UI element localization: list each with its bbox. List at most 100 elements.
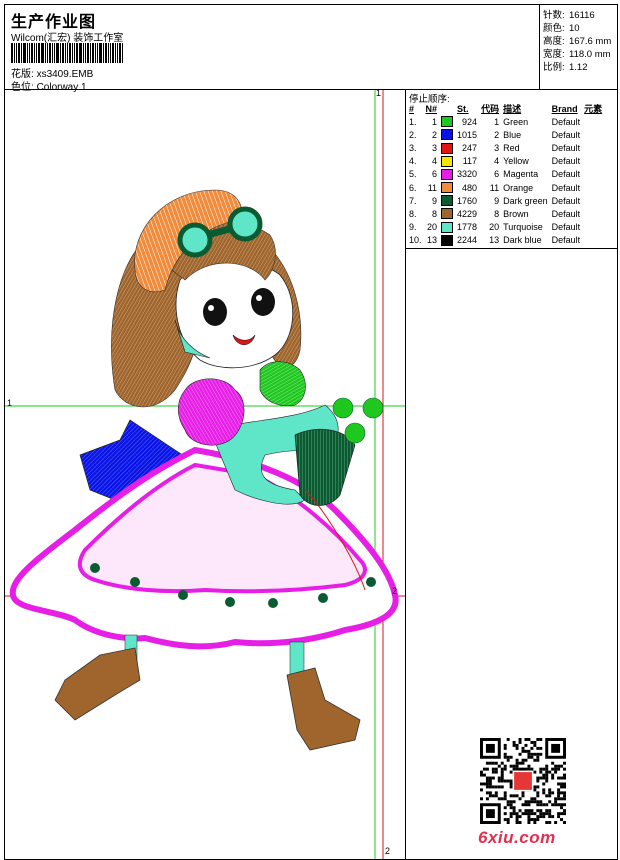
row-description: Blue [503, 129, 522, 140]
row-description: Orange [503, 182, 534, 193]
row-index: 7. [409, 195, 417, 206]
color-swatch [441, 195, 454, 207]
row-element [582, 207, 604, 220]
table-row: 4. 4 117 4 Yellow Default [407, 155, 604, 168]
row-element [582, 168, 604, 181]
stat-scale: 比例: 1.12 [543, 62, 588, 73]
table-row: 3. 3 247 3 Red Default [407, 141, 604, 154]
row-brand: Default [551, 156, 581, 167]
row-element [582, 141, 604, 154]
row-index: 6. [409, 182, 417, 193]
col-swatch [439, 102, 455, 115]
row-code: 6 [494, 169, 500, 180]
row-needle: 9 [432, 195, 438, 206]
row-stitches: 2244 [457, 235, 478, 246]
row-index: 10. [409, 235, 422, 246]
row-swatch [439, 141, 455, 154]
row-brand: Default [551, 169, 581, 180]
stop-sequence-table: # N# St. 代码 描述 Brand 元素 1. 1 924 1 Green Defa… [407, 102, 604, 247]
row-stitches: 4229 [457, 208, 478, 219]
row-description: Turquoise [503, 222, 543, 233]
boot-left [54, 647, 141, 721]
row-needle: 13 [427, 235, 438, 246]
col-description: 描述 [503, 104, 522, 114]
row-brand: Default [551, 116, 581, 127]
row-stitches: 247 [462, 142, 478, 153]
row-needle: 1 [432, 116, 438, 127]
collar [259, 361, 306, 407]
row-index: 1. [409, 116, 417, 127]
guide-label-right: 2 [392, 586, 398, 596]
row-description: Yellow [503, 156, 529, 167]
row-element [582, 155, 604, 168]
color-swatch [441, 208, 454, 220]
row-description: Dark green [503, 195, 548, 206]
row-stitches: 1778 [457, 222, 478, 233]
row-description: Dark blue [503, 235, 542, 246]
row-element [582, 115, 604, 128]
row-brand: Default [551, 142, 581, 153]
row-stitches: 1015 [457, 129, 478, 140]
row-stitches: 480 [462, 182, 478, 193]
row-stitches: 1760 [457, 195, 478, 206]
row-code: 4 [494, 156, 500, 167]
row-code: 11 [489, 182, 500, 193]
row-stitches: 924 [462, 116, 478, 127]
table-row: 10. 13 2244 13 Dark blue Default [407, 234, 604, 247]
row-index: 5. [409, 169, 417, 180]
col-stitches: St. [457, 103, 469, 114]
table-row: 7. 9 1760 9 Dark green Default [407, 194, 604, 207]
color-swatch [441, 168, 454, 180]
guide-label-bottom: 2 [385, 846, 391, 856]
row-needle: 11 [427, 182, 438, 193]
qr-code-icon [480, 738, 566, 824]
row-code: 20 [489, 222, 500, 233]
row-index: 3. [409, 142, 417, 153]
row-needle: 20 [427, 222, 438, 233]
row-code: 2 [494, 129, 500, 140]
eye-right [251, 288, 275, 316]
row-swatch [439, 194, 455, 207]
row-description: Green [503, 116, 529, 127]
table-row: 6. 11 480 11 Orange Default [407, 181, 604, 194]
col-index: # [409, 103, 415, 114]
color-swatch [441, 155, 454, 167]
col-element: 元素 [584, 104, 603, 114]
row-index: 2. [409, 129, 417, 140]
watermark-text: 6xiu.com [478, 828, 556, 847]
row-code: 9 [494, 195, 500, 206]
color-swatch [441, 182, 454, 194]
row-description: Brown [503, 208, 529, 219]
basket [294, 429, 356, 506]
row-swatch [439, 221, 455, 234]
row-brand: Default [551, 195, 581, 206]
col-brand: Brand [551, 103, 578, 114]
row-brand: Default [551, 235, 581, 246]
color-swatch [441, 234, 454, 246]
design-canvas: 1 1 2 2 [4, 88, 406, 860]
row-brand: Default [551, 208, 581, 219]
row-code: 13 [489, 235, 500, 246]
row-needle: 2 [432, 129, 438, 140]
row-element [582, 181, 604, 194]
row-swatch [439, 234, 455, 247]
row-index: 9. [409, 222, 417, 233]
col-code: 代码 [481, 104, 500, 114]
row-stitches: 117 [462, 156, 478, 167]
stat-width: 宽度: 118.0 mm [543, 49, 611, 60]
row-swatch [439, 207, 455, 220]
row-index: 4. [409, 156, 417, 167]
row-needle: 8 [432, 208, 438, 219]
row-description: Red [503, 142, 520, 153]
stats-panel: 针数: 16116 颜色: 10 高度: 167.6 mm 宽度: 118.0 mm 比… [539, 4, 618, 90]
color-swatch [441, 142, 454, 154]
barcode-icon [11, 43, 133, 63]
table-header-row: # N# St. 代码 描述 Brand 元素 [407, 102, 604, 115]
row-swatch [439, 128, 455, 141]
guide-label-top: 1 [376, 88, 382, 98]
row-needle: 4 [432, 156, 438, 167]
row-code: 8 [494, 208, 500, 219]
row-code: 3 [494, 142, 500, 153]
row-element [582, 221, 604, 234]
stat-height: 高度: 167.6 mm [543, 36, 612, 47]
